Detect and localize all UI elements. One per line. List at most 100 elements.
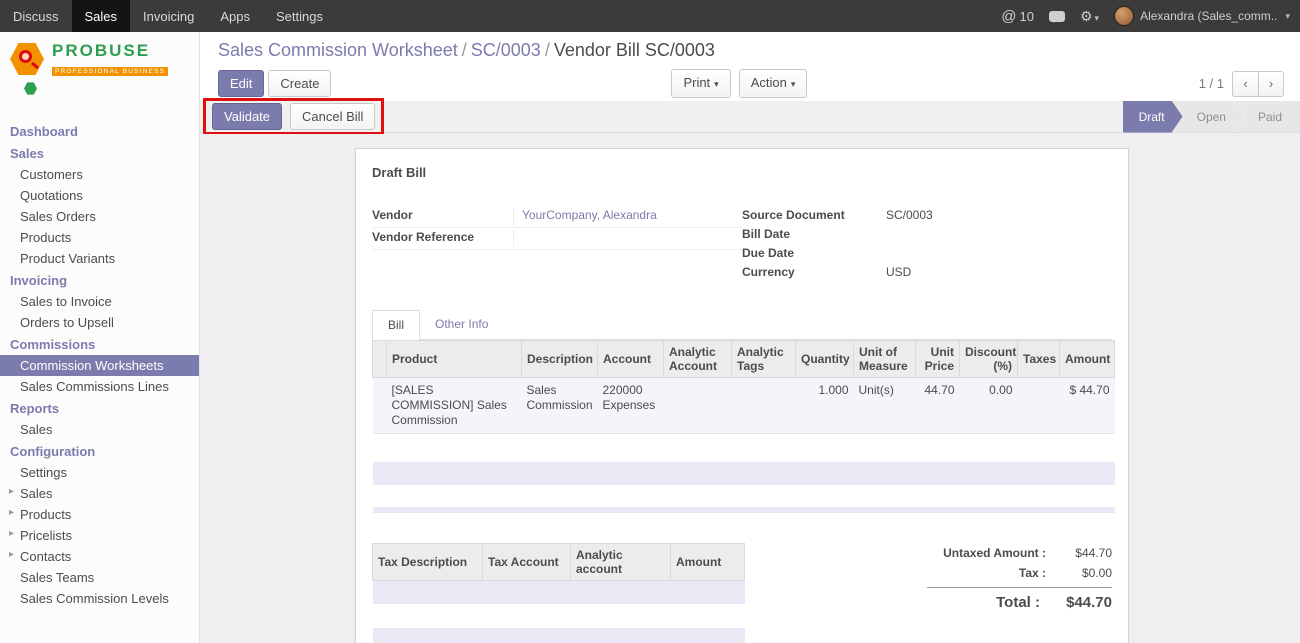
tab-other-info[interactable]: Other Info — [420, 310, 503, 339]
sidebar-heading-configuration[interactable]: Configuration — [0, 440, 199, 462]
sidebar-item-label: Contacts — [20, 549, 71, 564]
sidebar-heading-commissions[interactable]: Commissions — [0, 333, 199, 355]
field-vendor: Vendor YourCompany, Alexandra — [372, 206, 742, 228]
sidebar-item-config-settings[interactable]: Settings — [0, 462, 199, 483]
cell-discount: 0.00 — [960, 378, 1018, 434]
sidebar-item-orders-to-upsell[interactable]: Orders to Upsell — [0, 312, 199, 333]
empty-row — [373, 434, 1115, 462]
sidebar-item-reports-sales[interactable]: Sales — [0, 419, 199, 440]
vendor-value-link[interactable]: YourCompany, Alexandra — [522, 208, 657, 222]
bill-actions: Validate Cancel Bill — [210, 103, 377, 130]
expand-arrow-icon: ▸ — [9, 528, 14, 539]
sidebar-heading-reports[interactable]: Reports — [0, 397, 199, 419]
vendor-reference-value[interactable] — [513, 230, 742, 247]
edit-button[interactable]: Edit — [218, 70, 264, 97]
mention-icon: @ — [1001, 8, 1016, 25]
breadcrumb-link-worksheet[interactable]: Sales Commission Worksheet — [218, 40, 458, 60]
sidebar-heading-sales[interactable]: Sales — [0, 142, 199, 164]
nav-item-discuss[interactable]: Discuss — [0, 0, 72, 32]
sidebar-item-config-products[interactable]: ▸Products — [0, 504, 199, 525]
top-navbar: Discuss Sales Invoicing Apps Settings @ … — [0, 0, 1300, 32]
sidebar-item-config-contacts[interactable]: ▸Contacts — [0, 546, 199, 567]
user-menu[interactable]: Alexandra (Sales_comm.. ▾ — [1114, 6, 1290, 26]
fields-left-column: Vendor YourCompany, Alexandra Vendor Ref… — [372, 206, 742, 282]
breadcrumb-link-sc0003[interactable]: SC/0003 — [471, 40, 541, 60]
logo-green-hexagon-icon — [24, 82, 37, 95]
field-vendor-reference: Vendor Reference — [372, 228, 742, 250]
col-unit-price: Unit Price — [916, 341, 960, 378]
empty-cell — [373, 507, 1115, 513]
debug-menu[interactable]: ⚙▾ — [1080, 8, 1099, 25]
sidebar-item-config-pricelists[interactable]: ▸ Pricelists — [0, 525, 199, 546]
pager-buttons: ‹ › — [1232, 71, 1284, 97]
logo-row: PROBUSE PROFESSIONAL BUSINESS — [10, 42, 191, 78]
magnifier-icon — [19, 50, 32, 63]
sidebar-item-label: Pricelists — [20, 528, 72, 543]
empty-row — [373, 462, 1115, 485]
sidebar-item-products[interactable]: Products — [0, 227, 199, 248]
nav-item-apps[interactable]: Apps — [207, 0, 263, 32]
sidebar-item-product-variants[interactable]: Product Variants — [0, 248, 199, 269]
sidebar-item-config-sales[interactable]: ▸Sales — [0, 483, 199, 504]
pager-previous-button[interactable]: ‹ — [1232, 71, 1258, 97]
sidebar-item-sales-to-invoice[interactable]: Sales to Invoice — [0, 291, 199, 312]
untaxed-amount-row: Untaxed Amount : $44.70 — [927, 543, 1112, 563]
nav-item-sales[interactable]: Sales — [72, 0, 131, 32]
sidebar-heading-dashboard[interactable]: Dashboard — [0, 120, 199, 142]
user-avatar — [1114, 6, 1134, 26]
nav-item-settings[interactable]: Settings — [263, 0, 336, 32]
breadcrumb-separator: / — [458, 40, 471, 60]
statusbar: Validate Cancel Bill Draft Open Paid — [200, 101, 1300, 133]
logo-text: PROBUSE PROFESSIONAL BUSINESS — [52, 42, 168, 78]
control-panel-buttons: Edit Create Print▾ Action▾ 1 / 1 ‹ › — [218, 69, 1284, 98]
field-due-date: Due Date — [742, 244, 1112, 263]
sidebar-item-sales-commission-levels[interactable]: Sales Commission Levels — [0, 588, 199, 609]
main-area: Sales Commission Worksheet/SC/0003/Vendo… — [200, 32, 1300, 643]
chat-icon[interactable] — [1049, 11, 1065, 22]
sidebar-item-commission-worksheets[interactable]: Commission Worksheets — [0, 355, 199, 376]
status-step-open[interactable]: Open — [1173, 101, 1244, 133]
sidebar-item-quotations[interactable]: Quotations — [0, 185, 199, 206]
sidebar-item-sales-teams[interactable]: Sales Teams — [0, 567, 199, 588]
mentions-counter[interactable]: @ 10 — [1001, 8, 1034, 25]
status-steps: Draft Open Paid — [1123, 101, 1300, 133]
action-dropdown[interactable]: Action▾ — [739, 69, 808, 98]
expand-arrow-icon: ▸ — [9, 486, 14, 497]
mention-count: 10 — [1020, 9, 1034, 24]
col-quantity: Quantity — [796, 341, 854, 378]
user-name: Alexandra (Sales_comm.. — [1140, 9, 1277, 23]
col-description: Description — [522, 341, 598, 378]
sidebar-item-label: Products — [20, 507, 71, 522]
nav-item-invoicing[interactable]: Invoicing — [130, 0, 207, 32]
cell-amount: $ 44.70 — [1060, 378, 1115, 434]
breadcrumb-current: Vendor Bill SC/0003 — [554, 40, 715, 60]
col-account: Account — [598, 341, 664, 378]
sidebar-item-sales-commissions-lines[interactable]: Sales Commissions Lines — [0, 376, 199, 397]
untaxed-amount-label: Untaxed Amount : — [943, 546, 1046, 560]
create-button[interactable]: Create — [268, 70, 331, 97]
sidebar-heading-invoicing[interactable]: Invoicing — [0, 269, 199, 291]
tax-lines-table: Tax Description Tax Account Analytic acc… — [372, 543, 745, 643]
col-discount: Discount (%) — [960, 341, 1018, 378]
validate-button[interactable]: Validate — [212, 103, 282, 130]
pager: 1 / 1 ‹ › — [1199, 71, 1284, 97]
cancel-bill-button[interactable]: Cancel Bill — [290, 103, 375, 130]
print-dropdown[interactable]: Print▾ — [671, 69, 730, 98]
cell-uom: Unit(s) — [854, 378, 916, 434]
col-tax-analytic-account: Analytic account — [571, 543, 671, 580]
bill-date-label: Bill Date — [742, 227, 886, 241]
due-date-label: Due Date — [742, 246, 886, 260]
currency-value: USD — [886, 265, 1112, 279]
sidebar-item-sales-orders[interactable]: Sales Orders — [0, 206, 199, 227]
sidebar-dropdowns: Print▾ Action▾ — [671, 69, 807, 98]
sidebar-menu: Dashboard Sales Customers Quotations Sal… — [0, 120, 199, 609]
empty-cell — [373, 580, 745, 604]
status-step-draft[interactable]: Draft — [1123, 101, 1183, 133]
tab-bill[interactable]: Bill — [372, 310, 420, 340]
invoice-line-row[interactable]: [SALES COMMISSION] Sales Commission Sale… — [373, 378, 1115, 434]
sidebar-item-customers[interactable]: Customers — [0, 164, 199, 185]
untaxed-amount-value: $44.70 — [1046, 546, 1112, 560]
sidebar: PROBUSE PROFESSIONAL BUSINESS Dashboard … — [0, 32, 200, 643]
pager-next-button[interactable]: › — [1258, 71, 1284, 97]
content-area: Draft Bill Vendor YourCompany, Alexandra… — [200, 134, 1300, 643]
